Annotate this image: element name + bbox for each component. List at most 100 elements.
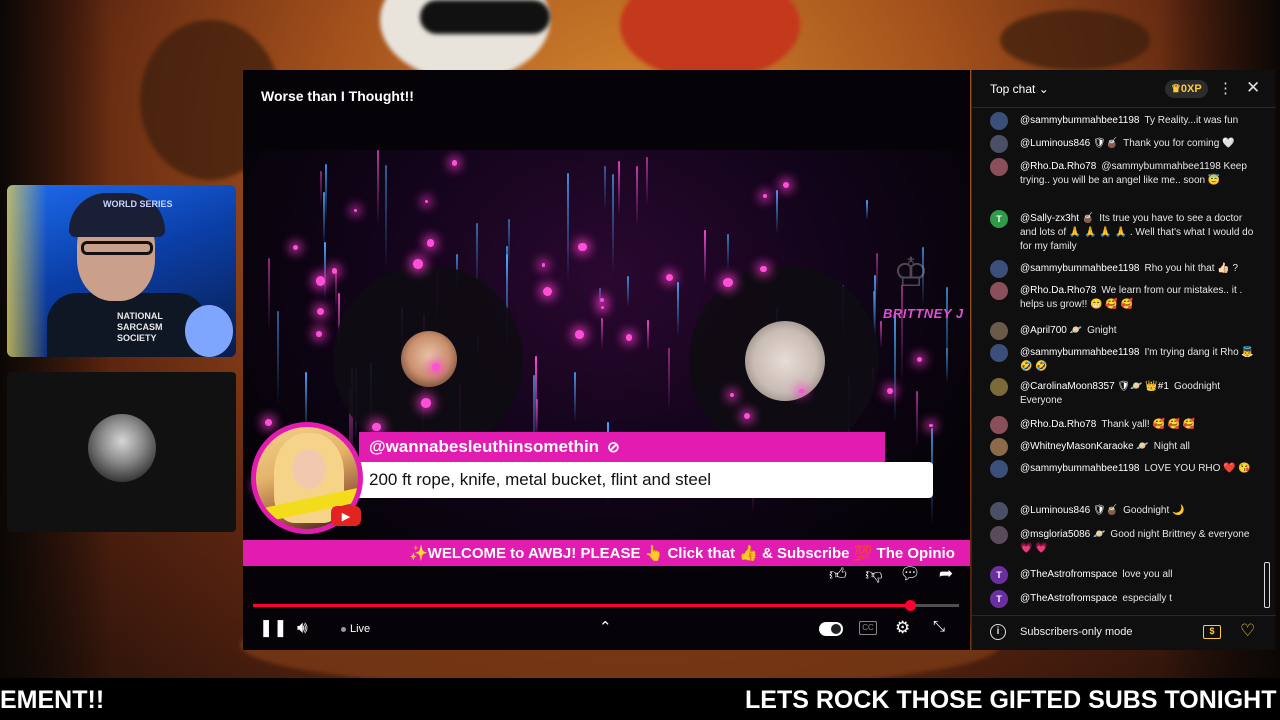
chat-avatar[interactable]: [990, 502, 1008, 520]
chat-avatar[interactable]: [990, 344, 1008, 362]
chat-avatar[interactable]: [990, 135, 1008, 153]
live-indicator[interactable]: Live: [341, 623, 370, 635]
xp-badge[interactable]: ♛0XP: [1165, 80, 1208, 98]
glow-particle: [723, 277, 733, 288]
chat-author[interactable]: @sammybummahbee1198: [1020, 263, 1139, 274]
close-icon[interactable]: ✕: [1246, 78, 1260, 98]
light-streak: [612, 173, 615, 273]
chat-text: Ty Reality...it was fun: [1144, 115, 1239, 126]
chat-message-body: @Sally-zx3ht 🧉 Its true you have to see a…: [1020, 212, 1260, 254]
light-streak: [645, 157, 648, 207]
chat-author[interactable]: @WhitneyMasonKaraoke 🪐: [1020, 441, 1149, 452]
chat-author[interactable]: @Rho.Da.Rho78: [1020, 161, 1096, 172]
welcome-ticker: ✨WELCOME to AWBJ! PLEASE 👆 Click that 👍 …: [243, 540, 970, 566]
chat-author[interactable]: @sammybummahbee1198: [1020, 463, 1139, 474]
heart-icon[interactable]: ♡: [1240, 621, 1255, 641]
video-title[interactable]: Worse than I Thought!!: [261, 88, 414, 104]
glow-particle: [782, 182, 790, 189]
light-streak: [627, 276, 630, 308]
glow-particle: [887, 387, 893, 394]
more-options-icon[interactable]: ⋮: [1218, 79, 1233, 97]
bottom-ticker-left: EMENT!!: [0, 686, 105, 714]
chat-author[interactable]: @TheAstrofromspace: [1020, 569, 1117, 580]
light-streak: [775, 189, 778, 234]
chat-message-body: @Luminous846 🛡🧉 Thank you for coming 🤍: [1020, 137, 1260, 151]
chevron-up-icon[interactable]: ⌃: [599, 618, 612, 636]
glow-particle: [426, 239, 434, 247]
chat-author[interactable]: @April700 🪐: [1020, 325, 1082, 336]
light-streak: [704, 230, 707, 283]
background-shade-left: [0, 0, 110, 720]
chat-avatar[interactable]: [990, 460, 1008, 478]
chat-avatar[interactable]: [990, 322, 1008, 340]
like-icon[interactable]: 👍︎: [827, 564, 849, 585]
chat-avatar[interactable]: [990, 416, 1008, 434]
chat-author[interactable]: @Rho.Da.Rho78: [1020, 419, 1096, 430]
light-streak: [646, 320, 649, 352]
autoplay-toggle[interactable]: [819, 622, 843, 636]
chat-avatar[interactable]: [990, 438, 1008, 456]
chat-author[interactable]: @sammybummahbee1198: [1020, 115, 1139, 126]
share-icon[interactable]: ➦: [935, 564, 957, 585]
chat-scrollbar[interactable]: [1264, 562, 1270, 608]
light-streak: [635, 165, 638, 228]
chat-author[interactable]: @Sally-zx3ht 🧉: [1020, 213, 1094, 224]
chat-avatar[interactable]: [990, 112, 1008, 130]
video-player[interactable]: Worse than I Thought!! ♔ BRITTNEY J @wan…: [243, 70, 970, 650]
chat-message-body: @sammybummahbee1198 LOVE YOU RHO ❤️ 😘: [1020, 462, 1260, 476]
chat-avatar[interactable]: [990, 158, 1008, 176]
chat-message-body: @TheAstrofromspace love you all: [1020, 568, 1260, 582]
dislike-icon[interactable]: 👎︎: [863, 564, 885, 585]
chat-avatar[interactable]: [990, 526, 1008, 544]
comment-icon[interactable]: 💬︎: [899, 564, 921, 585]
chat-author[interactable]: @Luminous846 🛡🧉: [1020, 138, 1118, 149]
chat-author[interactable]: @sammybummahbee1198: [1020, 347, 1139, 358]
super-chat-icon[interactable]: $: [1203, 625, 1221, 639]
host-webcam: NATIONAL SARCASM SOCIETY WORLD SERIES: [7, 185, 236, 357]
light-streak: [384, 165, 387, 270]
guest-avatar-left: [401, 331, 457, 387]
chat-message-body: @msgloria5086 🪐 Good night Brittney & eve…: [1020, 528, 1260, 556]
chat-avatar[interactable]: [990, 260, 1008, 278]
light-streak: [603, 165, 606, 211]
light-streak: [617, 160, 620, 216]
verified-check-icon: ⊘: [607, 439, 620, 456]
chat-message-list[interactable]: @sammybummahbee1198 Ty Reality...it was f…: [972, 108, 1264, 608]
chat-avatar[interactable]: [990, 378, 1008, 396]
chat-author[interactable]: @CarolinaMoon8357 🛡🪐 👑#1: [1020, 381, 1169, 392]
glow-particle: [575, 330, 584, 340]
light-streak: [267, 257, 270, 331]
chat-text: Thank you for coming 🤍: [1123, 138, 1235, 149]
progress-fill: [253, 604, 910, 607]
chat-avatar[interactable]: T: [990, 590, 1008, 608]
captions-button[interactable]: CC: [859, 621, 877, 635]
gear-icon[interactable]: ⚙: [895, 618, 910, 638]
chat-author[interactable]: @TheAstrofromspace: [1020, 593, 1117, 604]
progress-bar[interactable]: [253, 600, 959, 611]
featured-comment: @wannabesleuthinsomethin ⊘ 200 ft rope, …: [251, 420, 941, 534]
chat-message-body: @CarolinaMoon8357 🛡🪐 👑#1 Goodnight Everyo…: [1020, 380, 1260, 408]
light-streak: [677, 281, 680, 336]
host-puppet: [185, 305, 233, 357]
glow-particle: [600, 306, 605, 310]
glow-particle: [760, 265, 767, 272]
subscribers-only-label: Subscribers-only mode: [1020, 626, 1133, 638]
pause-icon[interactable]: ❚❚: [259, 618, 288, 638]
comment-text: 200 ft rope, knife, metal bucket, flint …: [369, 470, 712, 489]
chat-text: love you all: [1122, 569, 1173, 580]
chat-mode-dropdown[interactable]: Top chat ⌄: [990, 82, 1049, 96]
light-streak: [866, 200, 869, 221]
chat-text: Rho you hit that 👍🏻 ?: [1144, 263, 1239, 274]
chat-avatar[interactable]: T: [990, 210, 1008, 228]
chat-avatar[interactable]: T: [990, 566, 1008, 584]
chat-author[interactable]: @msgloria5086 🪐: [1020, 529, 1105, 540]
chat-author[interactable]: @Luminous846 🛡🧉: [1020, 505, 1118, 516]
exit-fullscreen-icon[interactable]: ⤡: [933, 618, 945, 635]
progress-scrubber[interactable]: [904, 600, 916, 611]
chat-author[interactable]: @Rho.Da.Rho78: [1020, 285, 1096, 296]
host-glasses: [81, 241, 153, 255]
info-icon[interactable]: i: [990, 624, 1006, 640]
volume-icon[interactable]: 🔊︎: [297, 618, 308, 638]
chat-avatar[interactable]: [990, 282, 1008, 300]
light-streak: [946, 286, 949, 386]
